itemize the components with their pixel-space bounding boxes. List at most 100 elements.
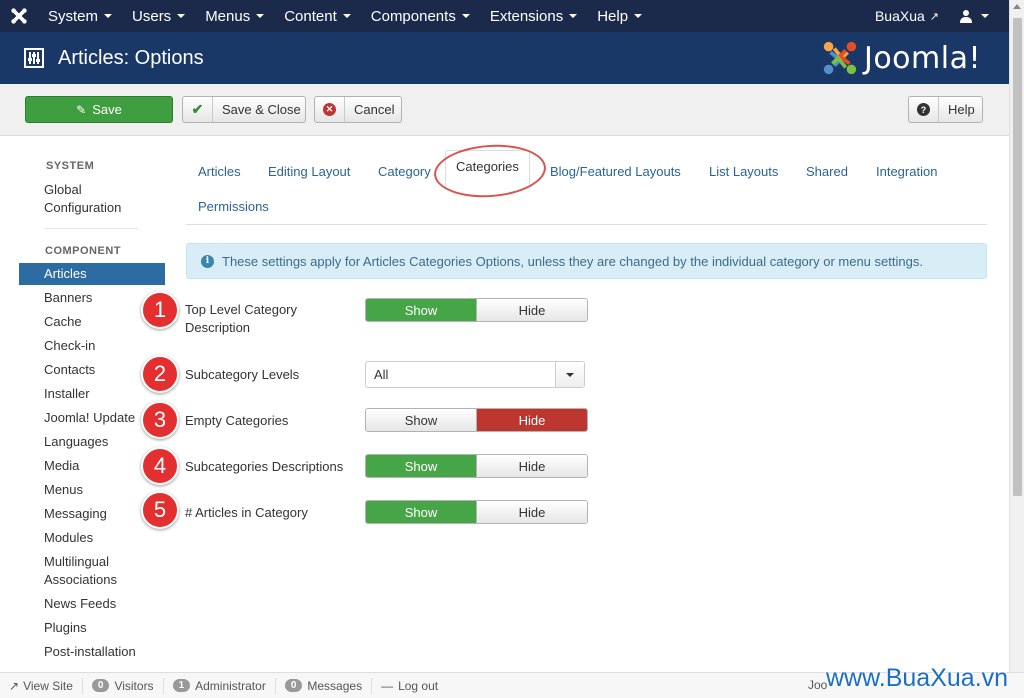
watermark: www.BuaXua.vn <box>826 664 1009 692</box>
menu-components[interactable]: Components <box>361 0 480 32</box>
sidebar-item-modules[interactable]: Modules <box>19 527 165 549</box>
option-show[interactable]: Show <box>366 455 476 477</box>
menu-extensions-label: Extensions <box>489 7 564 25</box>
help-label: Help <box>948 102 975 117</box>
option-show[interactable]: Show <box>366 299 476 321</box>
field-label-line1: Top Level Category <box>185 302 298 317</box>
option-hide[interactable]: Hide <box>476 299 587 321</box>
menu-extensions[interactable]: Extensions <box>480 0 587 32</box>
view-site-label: View Site <box>23 678 73 693</box>
menu-help-label: Help <box>597 7 629 25</box>
menu-help[interactable]: Help <box>587 0 652 32</box>
sidebar-item-global-configuration[interactable]: Global Configuration <box>44 181 121 217</box>
option-hide[interactable]: Hide <box>476 409 587 431</box>
logout-link[interactable]: — Log out <box>372 678 447 694</box>
chevron-down-icon <box>104 14 113 18</box>
scroll-up-icon[interactable] <box>1013 4 1021 9</box>
annotation-number-2: 2 <box>141 355 179 393</box>
chevron-down-icon <box>981 14 989 18</box>
sidebar-item-check-in[interactable]: Check-in <box>19 335 165 357</box>
visitors-label: Visitors <box>114 678 154 693</box>
view-site-link[interactable]: ↗ View Site <box>0 677 83 694</box>
sidebar-item-plugins[interactable]: Plugins <box>19 617 165 639</box>
annotation-number-3: 3 <box>141 401 179 439</box>
page-title: Articles: Options <box>58 46 204 69</box>
toggle-subcategories-descriptions: Show Hide <box>365 454 588 478</box>
field-label-subcategory-levels: Subcategory Levels <box>185 367 300 382</box>
save-close-button[interactable]: ✔ Save & Close <box>182 96 306 123</box>
cancel-button[interactable]: ✕ Cancel <box>314 96 402 123</box>
tab-editing-layout[interactable]: Editing Layout <box>268 164 350 179</box>
menu-menus-label: Menus <box>205 7 251 25</box>
brand-text: Joomla! <box>863 40 981 76</box>
chevron-down-icon <box>256 14 265 18</box>
sidebar-heading-system: SYSTEM <box>46 160 95 172</box>
joomla-menu-icon[interactable] <box>0 0 38 32</box>
check-icon: ✔ <box>183 97 213 122</box>
field-label-empty-categories: Empty Categories <box>185 413 289 428</box>
cancel-icon: ✕ <box>315 97 345 122</box>
minus-icon: — <box>381 678 394 693</box>
option-show[interactable]: Show <box>366 501 476 523</box>
save-button[interactable]: ✎ Save <box>25 96 173 123</box>
field-label-subcategories-descriptions: Subcategories Descriptions <box>185 459 344 474</box>
visitors-status[interactable]: 0 Visitors <box>83 677 164 694</box>
administrator-status[interactable]: 1 Administrator <box>164 677 276 694</box>
sidebar-item-associations[interactable]: Associations <box>19 569 165 591</box>
chevron-down-icon <box>634 14 643 18</box>
sidebar-item-menus[interactable]: Menus <box>19 479 165 501</box>
menu-menus[interactable]: Menus <box>195 0 274 32</box>
field-label-articles-in-category: # Articles in Category <box>185 505 308 520</box>
sidebar-item-post-installation[interactable]: Post-installation <box>19 641 165 663</box>
subcategory-levels-select[interactable]: All <box>365 361 585 388</box>
sidebar-item-languages[interactable]: Languages <box>19 431 165 453</box>
menu-system[interactable]: System <box>38 0 122 32</box>
chevron-down-icon <box>342 14 351 18</box>
global-config-line1: Global <box>44 182 82 197</box>
field-label-top-level-category-description: Top Level Category Description <box>185 301 297 337</box>
user-menu[interactable] <box>951 9 1009 23</box>
tab-blog-featured-layouts[interactable]: Blog/Featured Layouts <box>550 164 681 179</box>
toolbar: ✎ Save ✔ Save & Close ✕ Cancel ? Help <box>0 84 1009 136</box>
tab-category[interactable]: Category <box>378 164 431 179</box>
option-hide[interactable]: Hide <box>476 455 587 477</box>
option-hide[interactable]: Hide <box>476 501 587 523</box>
chevron-down-icon <box>177 14 186 18</box>
menu-content-label: Content <box>284 7 337 25</box>
status-right-text: Joo <box>808 678 828 692</box>
tab-integration[interactable]: Integration <box>876 164 937 179</box>
tab-articles[interactable]: Articles <box>198 164 241 179</box>
menu-users[interactable]: Users <box>122 0 195 32</box>
annotation-number-5: 5 <box>141 491 179 529</box>
info-alert: i These settings apply for Articles Cate… <box>186 243 987 279</box>
option-show[interactable]: Show <box>366 409 476 431</box>
page-header: Articles: Options Joomla! <box>0 32 1009 84</box>
messages-badge: 0 <box>284 679 303 692</box>
tab-list-layouts[interactable]: List Layouts <box>709 164 778 179</box>
annotation-number-4: 4 <box>141 447 179 485</box>
user-icon <box>960 10 972 23</box>
navbar-right: BuaXua ↗ <box>863 0 1009 32</box>
toggle-empty-categories: Show Hide <box>365 408 588 432</box>
cancel-label: Cancel <box>354 102 395 117</box>
sidebar-item-installer[interactable]: Installer <box>19 383 165 405</box>
sidebar-item-news-feeds[interactable]: News Feeds <box>19 593 165 615</box>
info-icon: i <box>201 254 214 268</box>
menu-content[interactable]: Content <box>274 0 361 32</box>
messages-label: Messages <box>307 678 363 693</box>
site-link[interactable]: BuaXua ↗ <box>863 8 951 24</box>
annotation-number-1: 1 <box>141 291 179 329</box>
sidebar-item-articles[interactable]: Articles <box>19 263 165 285</box>
help-button[interactable]: ? Help <box>908 96 983 123</box>
logout-label: Log out <box>398 678 439 693</box>
sidebar-divider <box>44 228 138 229</box>
page-scrollbar[interactable] <box>1009 0 1024 672</box>
toggle-articles-in-category: Show Hide <box>365 500 588 524</box>
tab-shared[interactable]: Shared <box>806 164 848 179</box>
tab-categories[interactable]: Categories <box>445 150 530 188</box>
info-alert-text: These settings apply for Articles Catego… <box>222 253 923 269</box>
tab-permissions[interactable]: Permissions <box>198 199 269 214</box>
toggle-top-level-category-description: Show Hide <box>365 298 588 322</box>
scroll-thumb[interactable] <box>1013 18 1022 496</box>
messages-status[interactable]: 0 Messages <box>276 677 373 694</box>
